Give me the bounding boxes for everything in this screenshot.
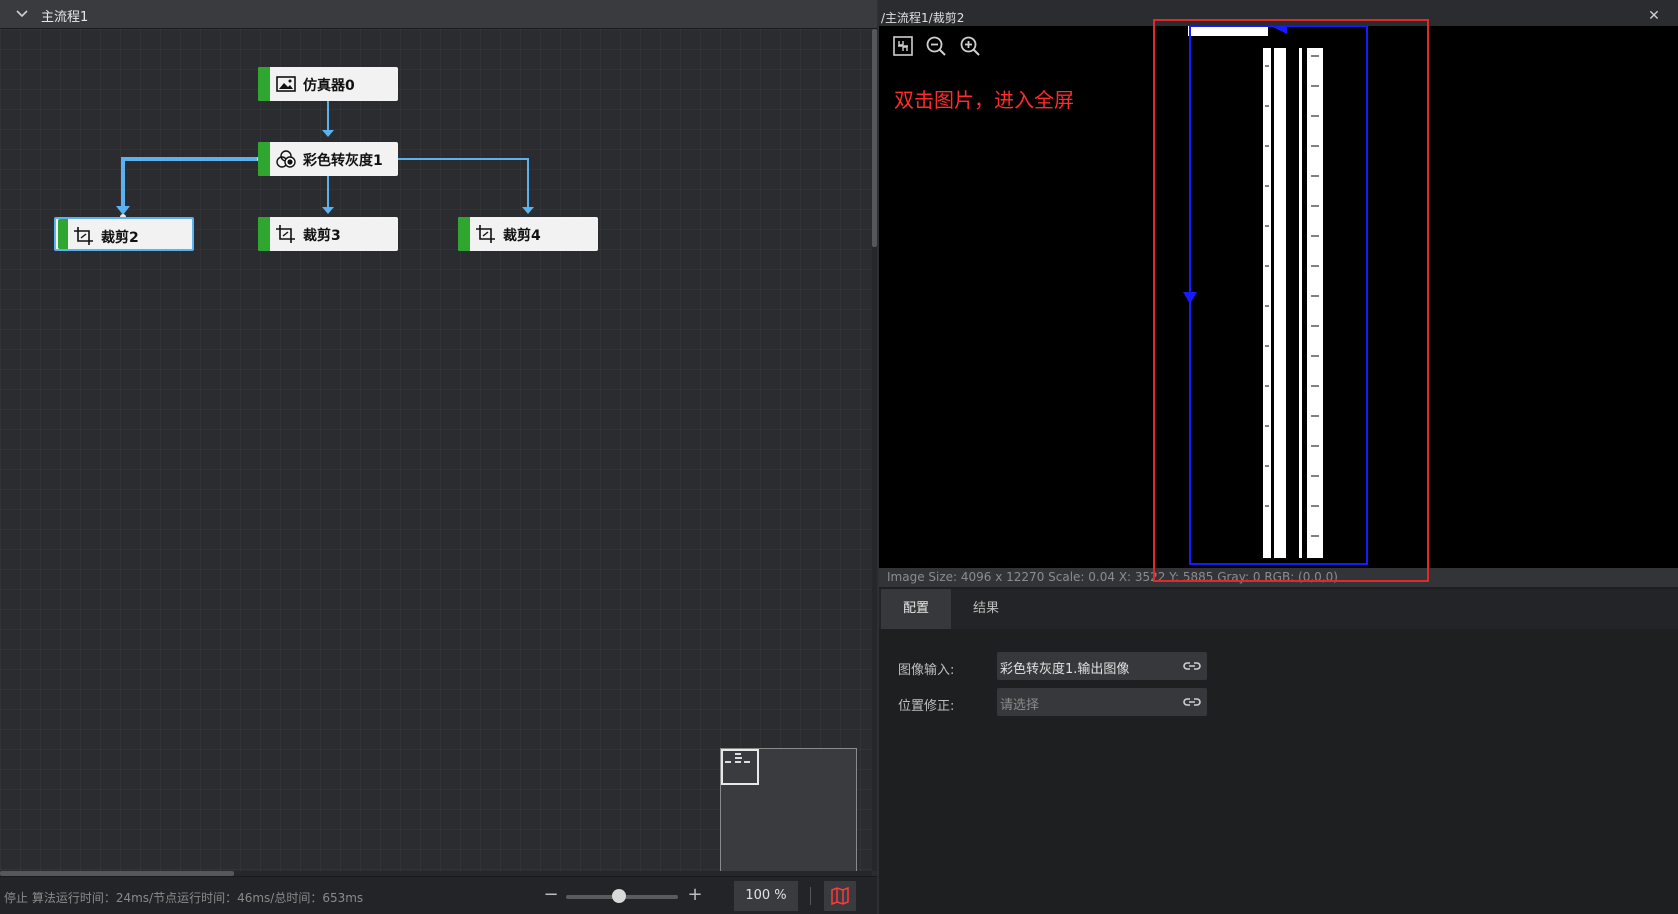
node-status-bar (258, 142, 270, 176)
flow-header: 主流程1 (0, 0, 877, 29)
crop-icon (276, 225, 295, 243)
book-map-icon (831, 887, 849, 905)
crop-icon (74, 227, 93, 245)
connector-lines (116, 101, 534, 220)
node-simulator[interactable]: 仿真器0 (258, 67, 398, 101)
node-label: 仿真器0 (303, 78, 355, 94)
minimap[interactable] (720, 748, 857, 871)
close-icon[interactable]: ✕ (1645, 7, 1663, 25)
flow-title: 主流程1 (41, 10, 89, 25)
minimap-preview (725, 753, 750, 763)
minus-icon[interactable]: − (542, 883, 560, 907)
annotation-highlight-box (1153, 19, 1429, 582)
minimap-toggle-button[interactable] (824, 881, 856, 911)
position-correction-label: 位置修正: (898, 699, 955, 714)
node-crop-4[interactable]: 裁剪4 (458, 217, 598, 251)
flow-canvas[interactable]: 仿真器0 彩色转灰度1 裁剪2 裁剪3 裁剪4 (0, 29, 872, 871)
chevron-down-icon[interactable] (14, 6, 30, 22)
zoom-slider-handle[interactable] (612, 889, 626, 903)
link-icon[interactable] (1183, 658, 1201, 674)
node-crop-2[interactable]: 裁剪2 (54, 217, 194, 251)
run-status-text: 停止 算法运行时间：24ms/节点运行时间：46ms/总时间：653ms (4, 891, 364, 905)
node-crop-3[interactable]: 裁剪3 (258, 217, 398, 251)
node-path: /主流程1/裁剪2 (881, 11, 965, 25)
node-status-bar (458, 217, 470, 251)
node-status-bar (258, 67, 270, 101)
node-label: 裁剪2 (101, 230, 139, 246)
node-status-bar (58, 219, 68, 249)
node-label: 裁剪3 (303, 228, 341, 244)
image-input-field[interactable]: 彩色转灰度1.输出图像 (997, 652, 1207, 680)
image-input-label: 图像输入: (898, 663, 955, 678)
node-label: 彩色转灰度1 (303, 153, 383, 169)
plus-icon[interactable]: + (686, 883, 704, 907)
image-icon (276, 76, 296, 92)
tab-config[interactable]: 配置 (881, 589, 951, 629)
node-label: 裁剪4 (503, 228, 541, 244)
node-status-bar (258, 217, 270, 251)
zoom-value[interactable]: 100 % (734, 881, 798, 911)
flow-editor-panel: 主流程1 仿真器0 彩色转灰度1 裁剪2 裁剪3 裁剪4 停止 算法运行时间：2… (0, 0, 877, 914)
color-channels-icon (276, 150, 296, 168)
crop-icon (476, 225, 495, 243)
divider (810, 887, 811, 905)
position-correction-field[interactable]: 请选择 (997, 688, 1207, 716)
position-correction-placeholder: 请选择 (1000, 698, 1040, 713)
link-icon[interactable] (1183, 694, 1201, 710)
status-bar: 停止 算法运行时间：24ms/节点运行时间：46ms/总时间：653ms − +… (0, 876, 877, 914)
tab-result[interactable]: 结果 (951, 589, 1021, 629)
tab-bar: 配置 结果 (879, 589, 1678, 629)
node-color-to-gray[interactable]: 彩色转灰度1 (258, 142, 398, 176)
image-input-value: 彩色转灰度1.输出图像 (1000, 662, 1130, 677)
